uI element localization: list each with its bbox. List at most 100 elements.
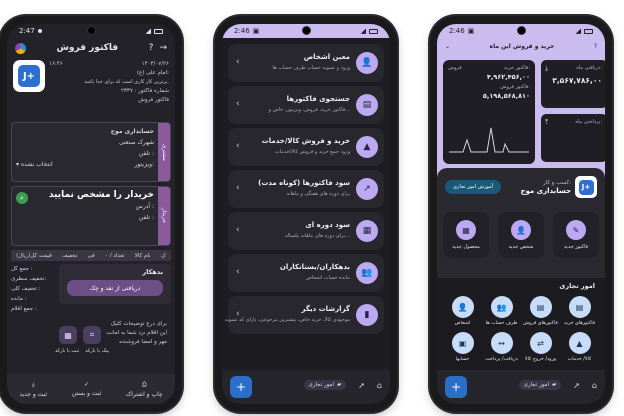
business-op-item[interactable]: ▣ حسابها xyxy=(443,332,482,362)
notes-line: مهر و امضا فروشنده xyxy=(119,339,167,345)
customer-city: شهرک صنعتی xyxy=(119,139,154,146)
menu-item[interactable]: ‹ ▲ خرید و فروش کالا/خدمات ورود جمع خرید و … xyxy=(228,128,384,166)
quick-new-person[interactable]: 👤 شخص جدید xyxy=(498,212,544,258)
menu-item[interactable]: ‹ ▮ گزارشات دیگر موجودی کالا، خرید خاص، پیش… xyxy=(225,296,384,334)
quick-new-invoice[interactable]: ✎ فاکتور جدید xyxy=(553,212,599,258)
payment-button[interactable]: دریافتی از نقد و چک xyxy=(67,280,163,296)
op-icon: ⇄ xyxy=(529,332,552,354)
business-label: کسب و کار: xyxy=(543,179,571,186)
monthly-summary: ⌄ خرید و فروش این ماه ? فاکتور خرید: ۴,۹… xyxy=(437,38,605,188)
barcode-scan-icon[interactable]: ⌗ xyxy=(83,326,101,344)
nav-business[interactable]: امور تجاری ▰ xyxy=(518,380,562,390)
business-op-item[interactable]: ⇄ ورود/ خروج کالا xyxy=(521,332,560,362)
op-label: اشخاص xyxy=(454,321,471,326)
phone-dashboard: 2:46 ▣ ◢ ⌄ خرید و فروش این ماه ? فاکتور … xyxy=(430,16,612,412)
sum-total-discount: تخفیف کلی : xyxy=(11,286,41,292)
items-table-header: قیمت کل(ریال) تخفیف فی تعداد / ۰ نام کال… xyxy=(11,250,171,261)
menu-item-title: معین اشخاص xyxy=(303,53,350,61)
menu-item[interactable]: ‹ ▦ سود دوره ای برای دوره های ماهانه یکساله… xyxy=(228,212,384,250)
bottom-nav: + امور تجاری ▰ ➚ ⌂ xyxy=(437,370,605,404)
save-close-button[interactable]: ✓ ثبت و بستن xyxy=(72,381,101,397)
reports-menu: ‹ 👤 معین اشخاص ورود و تسویه حساب طرف حساب ه… xyxy=(225,44,384,338)
back-arrow-icon[interactable]: → xyxy=(159,43,167,53)
briefcase-icon: ▰ xyxy=(336,382,342,388)
buyer-card[interactable]: خریدار ⌕ خریدار را مشخص نمایید آدرس : تل… xyxy=(11,186,171,246)
op-label: حسابها xyxy=(455,357,470,362)
col-header: قیمت کل(ریال) xyxy=(16,252,52,259)
notes-line: این اقلام نزد شما به امانت xyxy=(106,330,167,336)
menu-item[interactable]: ‹ 👤 معین اشخاص ورود و تسویه حساب طرف حساب ه… xyxy=(228,44,384,82)
business-logo[interactable]: J+ xyxy=(575,176,597,198)
rocket-icon[interactable]: ➚ xyxy=(573,381,580,390)
op-icon: ▲ xyxy=(568,332,591,354)
menu-item[interactable]: ‹ ↗ سود فاکتورها (کوتاه مدت) برای دوره های … xyxy=(228,170,384,208)
menu-item-title: سود فاکتورها (کوتاه مدت) xyxy=(258,179,350,187)
business-name: حسابداری موج xyxy=(520,186,571,195)
op-label: طرف حساب ها xyxy=(485,321,518,326)
chevron-left-icon: ‹ xyxy=(236,141,240,151)
home-icon[interactable]: ⌂ xyxy=(377,381,382,390)
rocket-icon[interactable]: ➚ xyxy=(358,381,365,390)
invoice-app-tile[interactable]: J+ xyxy=(13,60,45,92)
check-icon: ✓ xyxy=(83,381,89,388)
wifi-icon: ◢ xyxy=(145,27,151,35)
briefcase-icon: ▰ xyxy=(551,382,557,388)
notification-dot-icon xyxy=(37,29,42,33)
payment-card: بدهکار دریافتی از نقد و چک xyxy=(59,264,171,304)
help-icon[interactable]: ? xyxy=(594,43,597,50)
add-button[interactable]: + xyxy=(445,376,467,398)
business-op-item[interactable]: 👥 طرف حساب ها xyxy=(482,296,521,326)
notification-icon: ▣ xyxy=(252,27,260,35)
battery-icon xyxy=(369,28,378,34)
bottom-nav: + امور تجاری ▰ ➚ ⌂ xyxy=(222,370,390,404)
sales-chart-card: فاکتور خرید: ۴,۹۶۲,۴۵۶,۰۰ فاکتور فروش: ۵… xyxy=(443,60,535,164)
invoice-add-icon: ✎ xyxy=(566,220,586,240)
barcode-labels: ثبت با بارکد پیک با بارکد xyxy=(55,348,109,354)
business-op-item[interactable]: ▤ فاکتورهای فروش xyxy=(521,296,560,326)
op-label: فاکتورهای خرید xyxy=(563,321,596,326)
wifi-icon: ◢ xyxy=(575,27,581,35)
business-education-button[interactable]: آموزش امور تجاری xyxy=(445,180,501,194)
op-icon: ↔ xyxy=(490,332,513,354)
customer-phone: تلفن : xyxy=(138,150,154,157)
menu-item-title: بدهکاران/بستانکاران xyxy=(279,263,350,271)
save-new-button[interactable]: ⤓ ثبت و جدید xyxy=(19,381,47,398)
menu-item-subtitle: مانده حساب اشخاص xyxy=(305,275,350,281)
home-icon[interactable]: ⌂ xyxy=(592,381,597,390)
save-new-icon: ⤓ xyxy=(31,380,35,388)
business-op-item[interactable]: 👤 اشخاص xyxy=(443,296,482,326)
op-label: کالا/ خدمات xyxy=(567,357,592,362)
help-icon[interactable]: ? xyxy=(149,43,154,53)
sum-total: جمع کل : xyxy=(11,266,33,272)
summary-title: خرید و فروش این ماه xyxy=(489,42,555,50)
print-share-button[interactable]: ⎙ چاپ و اشتراک xyxy=(126,381,163,398)
business-op-item[interactable]: ↔ دریافت/ پرداخت xyxy=(482,332,521,362)
apps-icon[interactable]: ▦ xyxy=(59,326,77,344)
sum-row-discount: تخفیف سطری: xyxy=(11,276,47,282)
op-label: ورود/ خروج کالا xyxy=(524,357,557,362)
business-op-item[interactable]: ▤ فاکتورهای خرید xyxy=(560,296,599,326)
chevron-down-icon[interactable]: ⌄ xyxy=(445,43,450,50)
quick-new-product[interactable]: ▦ محصول جدید xyxy=(443,212,489,258)
buyer-title[interactable]: خریدار را مشخص نمایید xyxy=(16,190,154,201)
visitor-label: ویزیتور: xyxy=(134,161,154,168)
menu-item-title: سود دوره ای xyxy=(305,221,350,229)
customer-tab[interactable]: مشتری xyxy=(158,123,170,181)
menu-item[interactable]: ‹ ▤ جستجوی فاکتورها فاکتور خرید، فروش، ویزی… xyxy=(228,86,384,124)
customer-card[interactable]: مشتری حسابداری موج شهرک صنعتی تلفن : ▾ ا… xyxy=(11,122,171,182)
nav-business[interactable]: امور تجاری ▰ xyxy=(303,380,347,390)
menu-item-title: خرید و فروش کالا/خدمات xyxy=(261,137,350,145)
document-icon: ▤ xyxy=(356,94,378,116)
add-button[interactable]: + xyxy=(230,376,252,398)
visitor-dropdown[interactable]: ▾ انتخاب نشده xyxy=(16,159,53,170)
business-op-item[interactable]: ▲ کالا/ خدمات xyxy=(560,332,599,362)
menu-item[interactable]: ‹ 👥 بدهکاران/بستانکاران مانده حساب اشخاص xyxy=(228,254,384,292)
shapes-icon: ▲ xyxy=(356,136,378,158)
save-barcode-label: ثبت با بارکد xyxy=(55,348,80,354)
invoice-notes[interactable]: برای درج توضیحات کلیک این اقلام نزد شما … xyxy=(106,320,167,347)
calendar-icon: ▦ xyxy=(356,220,378,242)
buyer-tab[interactable]: خریدار xyxy=(158,187,170,245)
plus-icon: + xyxy=(450,380,462,394)
sum-items: جمع اقلام : xyxy=(11,306,37,312)
chevron-left-icon: ‹ xyxy=(236,225,240,235)
